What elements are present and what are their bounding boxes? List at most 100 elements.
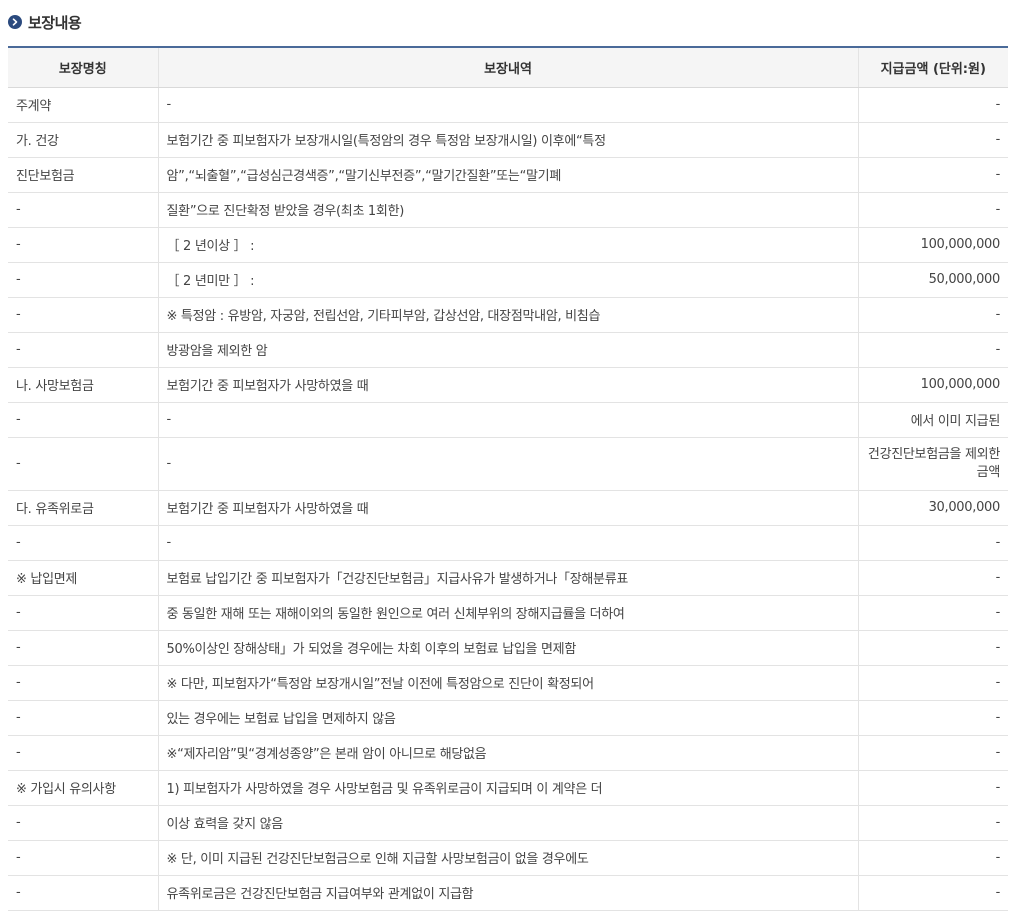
chevron-right-circle-icon [8, 15, 22, 29]
coverage-name-cell: 나. 사망보험금 [8, 367, 158, 403]
coverage-detail-cell: 질환”으로 진단확정 받았을 경우(최초 1회한) [157, 192, 858, 228]
table-row: - ※“제자리암”및“경계성종양”은 본래 암이 아니므로 해당없음 - [8, 735, 1008, 771]
coverage-name-cell: - [8, 735, 158, 771]
table-row: - ※ 다만, 피보험자가“특정암 보장개시일”전날 이전에 특정암으로 진단이 … [8, 665, 1008, 701]
payment-amount-cell: 100,000,000 [857, 367, 1008, 403]
payment-amount-cell: 50,000,000 [857, 262, 1008, 298]
coverage-name-cell: ※ 납입면제 [8, 560, 158, 596]
payment-amount-cell: - [857, 332, 1008, 368]
coverage-name-cell: - [8, 402, 158, 438]
payment-amount-cell: - [857, 157, 1008, 193]
coverage-table: 보장명칭 보장내역 지급금액 (단위:원) 주계약 - - 가. 건강 보험기간 중 피… [8, 46, 1008, 911]
table-row: --- [8, 525, 1008, 561]
coverage-name-cell: 다. 유족위로금 [8, 490, 158, 526]
coverage-detail-cell: 중 동일한 재해 또는 재해이외의 동일한 원인으로 여러 신체부위의 장해지급… [157, 595, 858, 631]
table-row: - ［ 2 년이상 ］ :100,000,000 [8, 227, 1008, 263]
payment-amount-cell: - [857, 87, 1008, 123]
coverage-name-cell: 가. 건강 [8, 122, 158, 158]
coverage-detail-cell: ［ 2 년미만 ］ : [157, 262, 858, 298]
section-header: 보장내용 [8, 10, 82, 34]
table-row: 다. 유족위로금 보험기간 중 피보험자가 사망하였을 때 30,000,000 [8, 490, 1008, 526]
table-row: 가. 건강 보험기간 중 피보험자가 보장개시일(특정암의 경우 특정암 보장개시… [8, 122, 1008, 158]
coverage-name-cell: - [8, 332, 158, 368]
coverage-name-cell: - [8, 805, 158, 841]
coverage-detail-cell: 보험료 납입기간 중 피보험자가「건강진단보험금」지급사유가 발생하거나「장해분… [157, 560, 858, 596]
table-row: - ［ 2 년미만 ］ :50,000,000 [8, 262, 1008, 298]
table-row: - - 건강진단보험금을 제외한 금액 [8, 437, 1008, 491]
coverage-name-cell: - [8, 525, 158, 561]
coverage-name-cell: - [8, 262, 158, 298]
column-header-coverage-name: 보장명칭 [8, 47, 158, 88]
payment-amount-cell: 100,000,000 [857, 227, 1008, 263]
coverage-name-cell: - [8, 297, 158, 333]
coverage-detail-cell: 1) 피보험자가 사망하였을 경우 사망보험금 및 유족위로금이 지급되며 이 … [157, 770, 858, 806]
coverage-name-cell: - [8, 875, 158, 911]
table-row: 나. 사망보험금 보험기간 중 피보험자가 사망하였을 때 100,000,000 [8, 367, 1008, 403]
payment-amount-cell: - [857, 665, 1008, 701]
coverage-name-cell: - [8, 665, 158, 701]
coverage-detail-cell: ※“제자리암”및“경계성종양”은 본래 암이 아니므로 해당없음 [157, 735, 858, 771]
coverage-name-cell: - [8, 630, 158, 666]
coverage-detail-cell: 유족위로금은 건강진단보험금 지급여부와 관계없이 지급함 [157, 875, 858, 911]
column-header-payment-amount: 지급금액 (단위:원) [857, 47, 1008, 88]
payment-amount-cell: - [857, 735, 1008, 771]
table-body: 주계약 - - 가. 건강 보험기간 중 피보험자가 보장개시일(특정암의 경우 특정암… [8, 87, 1008, 911]
coverage-detail-cell: 보험기간 중 피보험자가 사망하였을 때 [157, 367, 858, 403]
payment-amount-cell: 30,000,000 [857, 490, 1008, 526]
payment-amount-cell: - [857, 560, 1008, 596]
coverage-name-cell: - [8, 437, 158, 491]
payment-amount-cell: 에서 이미 지급된 [857, 402, 1008, 438]
table-row: - ※ 단, 이미 지급된 건강진단보험금으로 인해 지급할 사망보험금이 없을 … [8, 840, 1008, 876]
table-row: -50%이상인 장해상태」가 되었을 경우에는 차회 이후의 보험료 납입을 면… [8, 630, 1008, 666]
coverage-detail-cell: 50%이상인 장해상태」가 되었을 경우에는 차회 이후의 보험료 납입을 면제… [157, 630, 858, 666]
coverage-detail-cell: - [157, 87, 858, 123]
table-header-row: 보장명칭 보장내역 지급금액 (단위:원) [8, 47, 1008, 88]
coverage-name-cell: - [8, 227, 158, 263]
column-header-coverage-detail: 보장내역 [157, 47, 858, 88]
coverage-detail-cell: - [157, 525, 858, 561]
coverage-detail-cell: 암”,“뇌출혈”,“급성심근경색증”,“말기신부전증”,“말기간질환”또는“말기… [157, 157, 858, 193]
table-row: - 방광암을 제외한 암- [8, 332, 1008, 368]
payment-amount-cell: - [857, 875, 1008, 911]
coverage-detail-cell: ［ 2 년이상 ］ : [157, 227, 858, 263]
coverage-detail-cell: ※ 단, 이미 지급된 건강진단보험금으로 인해 지급할 사망보험금이 없을 경… [157, 840, 858, 876]
payment-amount-cell: - [857, 595, 1008, 631]
payment-amount-cell: - [857, 525, 1008, 561]
table-row: ※ 가입시 유의사항 1) 피보험자가 사망하였을 경우 사망보험금 및 유족위로… [8, 770, 1008, 806]
coverage-name-cell: ※ 가입시 유의사항 [8, 770, 158, 806]
payment-amount-cell: - [857, 805, 1008, 841]
coverage-detail-cell: ※ 특정암 : 유방암, 자궁암, 전립선암, 기타피부암, 갑상선암, 대장점… [157, 297, 858, 333]
table-row: 진단보험금 암”,“뇌출혈”,“급성심근경색증”,“말기신부전증”,“말기간질환”… [8, 157, 1008, 193]
coverage-name-cell: - [8, 192, 158, 228]
coverage-name-cell: - [8, 595, 158, 631]
payment-amount-cell: 건강진단보험금을 제외한 금액 [857, 437, 1008, 491]
payment-amount-cell: - [857, 840, 1008, 876]
coverage-detail-cell: 있는 경우에는 보험료 납입을 면제하지 않음 [157, 700, 858, 736]
coverage-name-cell: - [8, 700, 158, 736]
coverage-detail-cell: ※ 다만, 피보험자가“특정암 보장개시일”전날 이전에 특정암으로 진단이 확… [157, 665, 858, 701]
coverage-name-cell: - [8, 840, 158, 876]
payment-amount-cell: - [857, 770, 1008, 806]
payment-amount-cell: - [857, 630, 1008, 666]
payment-amount-cell: - [857, 700, 1008, 736]
coverage-name-cell: 주계약 [8, 87, 158, 123]
coverage-detail-cell: 보험기간 중 피보험자가 보장개시일(특정암의 경우 특정암 보장개시일) 이후… [157, 122, 858, 158]
coverage-detail-cell: 방광암을 제외한 암 [157, 332, 858, 368]
coverage-detail-cell: - [157, 437, 858, 491]
table-row: - 유족위로금은 건강진단보험금 지급여부와 관계없이 지급함 - [8, 875, 1008, 911]
payment-amount-cell: - [857, 192, 1008, 228]
table-row: - 있는 경우에는 보험료 납입을 면제하지 않음 - [8, 700, 1008, 736]
payment-amount-cell: - [857, 122, 1008, 158]
section-title: 보장내용 [28, 13, 82, 32]
coverage-name-cell: 진단보험금 [8, 157, 158, 193]
coverage-detail-cell: 이상 효력을 갖지 않음 [157, 805, 858, 841]
table-row: -중 동일한 재해 또는 재해이외의 동일한 원인으로 여러 신체부위의 장해지… [8, 595, 1008, 631]
coverage-detail-cell: - [157, 402, 858, 438]
table-row: - - 에서 이미 지급된 [8, 402, 1008, 438]
coverage-detail-cell: 보험기간 중 피보험자가 사망하였을 때 [157, 490, 858, 526]
table-row: 주계약 - - [8, 87, 1008, 123]
payment-amount-cell: - [857, 297, 1008, 333]
table-row: ※ 납입면제 보험료 납입기간 중 피보험자가「건강진단보험금」지급사유가 발생하… [8, 560, 1008, 596]
table-row: - 질환”으로 진단확정 받았을 경우(최초 1회한) - [8, 192, 1008, 228]
table-row: - 이상 효력을 갖지 않음 - [8, 805, 1008, 841]
